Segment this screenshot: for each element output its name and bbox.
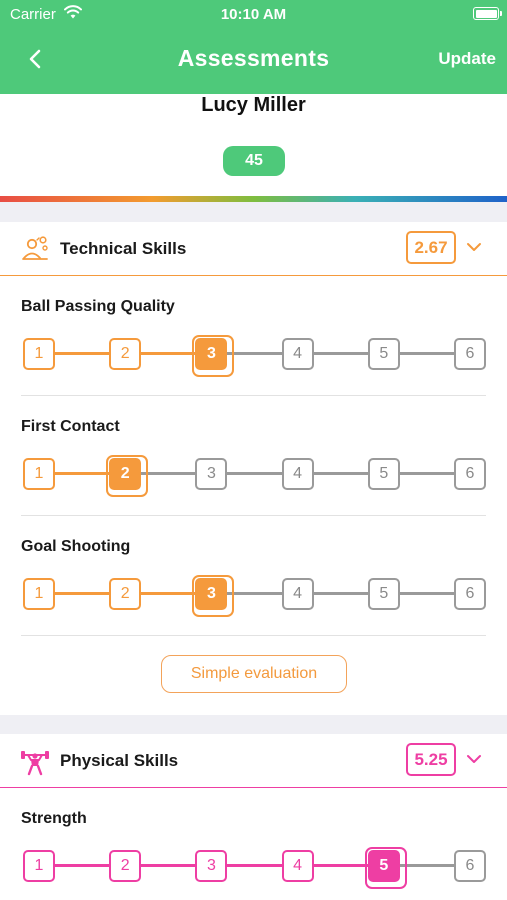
rating-option-6[interactable]: 6: [454, 338, 486, 370]
rating-option-3[interactable]: 3: [195, 850, 228, 882]
player-name: Lucy Miller: [201, 94, 306, 116]
skill-row: Strength 1 2 3 4 5 6: [0, 788, 507, 900]
rating-option-3[interactable]: 3: [192, 575, 235, 617]
chevron-down-icon[interactable]: [466, 753, 482, 765]
scale-connector: [227, 864, 282, 867]
rating-option-4[interactable]: 4: [281, 578, 314, 610]
scale-connector: [227, 472, 282, 475]
rating-option-1[interactable]: 1: [23, 458, 55, 490]
rating-option-2[interactable]: 2: [109, 578, 142, 610]
skill-row: First Contact 1 2 3 4 5 6: [0, 396, 507, 516]
clock: 10:10 AM: [220, 6, 287, 23]
rating-option-4[interactable]: 4: [281, 458, 314, 490]
scale-connector: [399, 592, 454, 595]
section-title: Technical Skills: [60, 239, 187, 258]
section-average-badge: 2.67: [406, 231, 456, 264]
score-gradient-bar: [0, 196, 507, 202]
rating-option-2[interactable]: 2: [109, 850, 142, 882]
scale-connector: [313, 472, 368, 475]
scale-connector: [313, 352, 368, 355]
rating-option-1[interactable]: 1: [23, 578, 55, 610]
rating-option-6[interactable]: 6: [454, 458, 486, 490]
rating-option-5[interactable]: 5: [367, 458, 400, 490]
navigation-bar: Carrier 10:10 AM Assessments Update: [0, 0, 507, 94]
scale-connector: [313, 592, 368, 595]
physical-skills-header[interactable]: Physical Skills 5.25: [0, 734, 507, 788]
weightlifter-icon: [21, 751, 49, 776]
scale-connector: [55, 472, 110, 475]
scale-connector: [55, 864, 110, 867]
rating-scale: 1 2 3 4 5 6: [23, 335, 486, 377]
rating-option-2[interactable]: 2: [106, 455, 149, 497]
overall-score-badge: 45: [223, 146, 285, 176]
rating-option-3[interactable]: 3: [192, 335, 235, 377]
section-average-badge: 5.25: [406, 743, 456, 776]
skills-list: Ball Passing Quality 1 2 3 4 5 6 First Contact 1…: [0, 276, 507, 636]
technical-skills-section: Technical Skills 2.67 Ball Passing Quali…: [0, 222, 507, 715]
scale-connector: [227, 592, 282, 595]
scale-connector: [399, 352, 454, 355]
battery-icon: [473, 7, 502, 20]
physical-skills-section: Physical Skills 5.25 Strength 1 2 3 4 5 6: [0, 734, 507, 900]
rating-scale: 1 2 3 4 5 6: [23, 847, 486, 889]
rating-option-5[interactable]: 5: [367, 338, 400, 370]
scale-connector: [313, 864, 368, 867]
skills-list: Strength 1 2 3 4 5 6: [0, 788, 507, 900]
scale-connector: [141, 472, 196, 475]
scale-connector: [141, 864, 196, 867]
skill-name: Ball Passing Quality: [21, 298, 175, 315]
skill-name: Goal Shooting: [21, 538, 131, 555]
skill-row: Goal Shooting 1 2 3 4 5 6: [0, 516, 507, 636]
player-profile: Lucy Miller 45: [0, 94, 507, 202]
scale-connector: [399, 864, 454, 867]
technical-skills-header[interactable]: Technical Skills 2.67: [0, 222, 507, 276]
scale-connector: [55, 352, 110, 355]
rating-option-5[interactable]: 5: [364, 847, 407, 889]
scale-connector: [399, 472, 454, 475]
chevron-down-icon[interactable]: [466, 241, 482, 253]
simple-evaluation-button[interactable]: Simple evaluation: [161, 655, 347, 693]
rating-scale: 1 2 3 4 5 6: [23, 575, 486, 617]
rating-option-1[interactable]: 1: [23, 338, 55, 370]
rating-option-4[interactable]: 4: [281, 338, 314, 370]
section-title: Physical Skills: [60, 751, 179, 770]
scale-connector: [141, 592, 196, 595]
rating-option-2[interactable]: 2: [109, 338, 142, 370]
skill-name: Strength: [21, 810, 87, 827]
page-title: Assessments: [177, 45, 330, 71]
technical-skills-icon: [22, 236, 48, 260]
scale-connector: [141, 352, 196, 355]
update-button[interactable]: Update: [438, 49, 496, 69]
rating-option-4[interactable]: 4: [281, 850, 314, 882]
rating-scale: 1 2 3 4 5 6: [23, 455, 486, 497]
rating-option-3[interactable]: 3: [195, 458, 228, 490]
rating-option-1[interactable]: 1: [23, 850, 55, 882]
row-divider: [21, 635, 486, 636]
skill-name: First Contact: [21, 418, 120, 435]
rating-option-5[interactable]: 5: [367, 578, 400, 610]
rating-option-6[interactable]: 6: [454, 850, 486, 882]
status-bar: Carrier 10:10 AM: [0, 0, 507, 28]
scale-connector: [55, 592, 110, 595]
rating-option-6[interactable]: 6: [454, 578, 486, 610]
skill-row: Ball Passing Quality 1 2 3 4 5 6: [0, 276, 507, 396]
scale-connector: [227, 352, 282, 355]
